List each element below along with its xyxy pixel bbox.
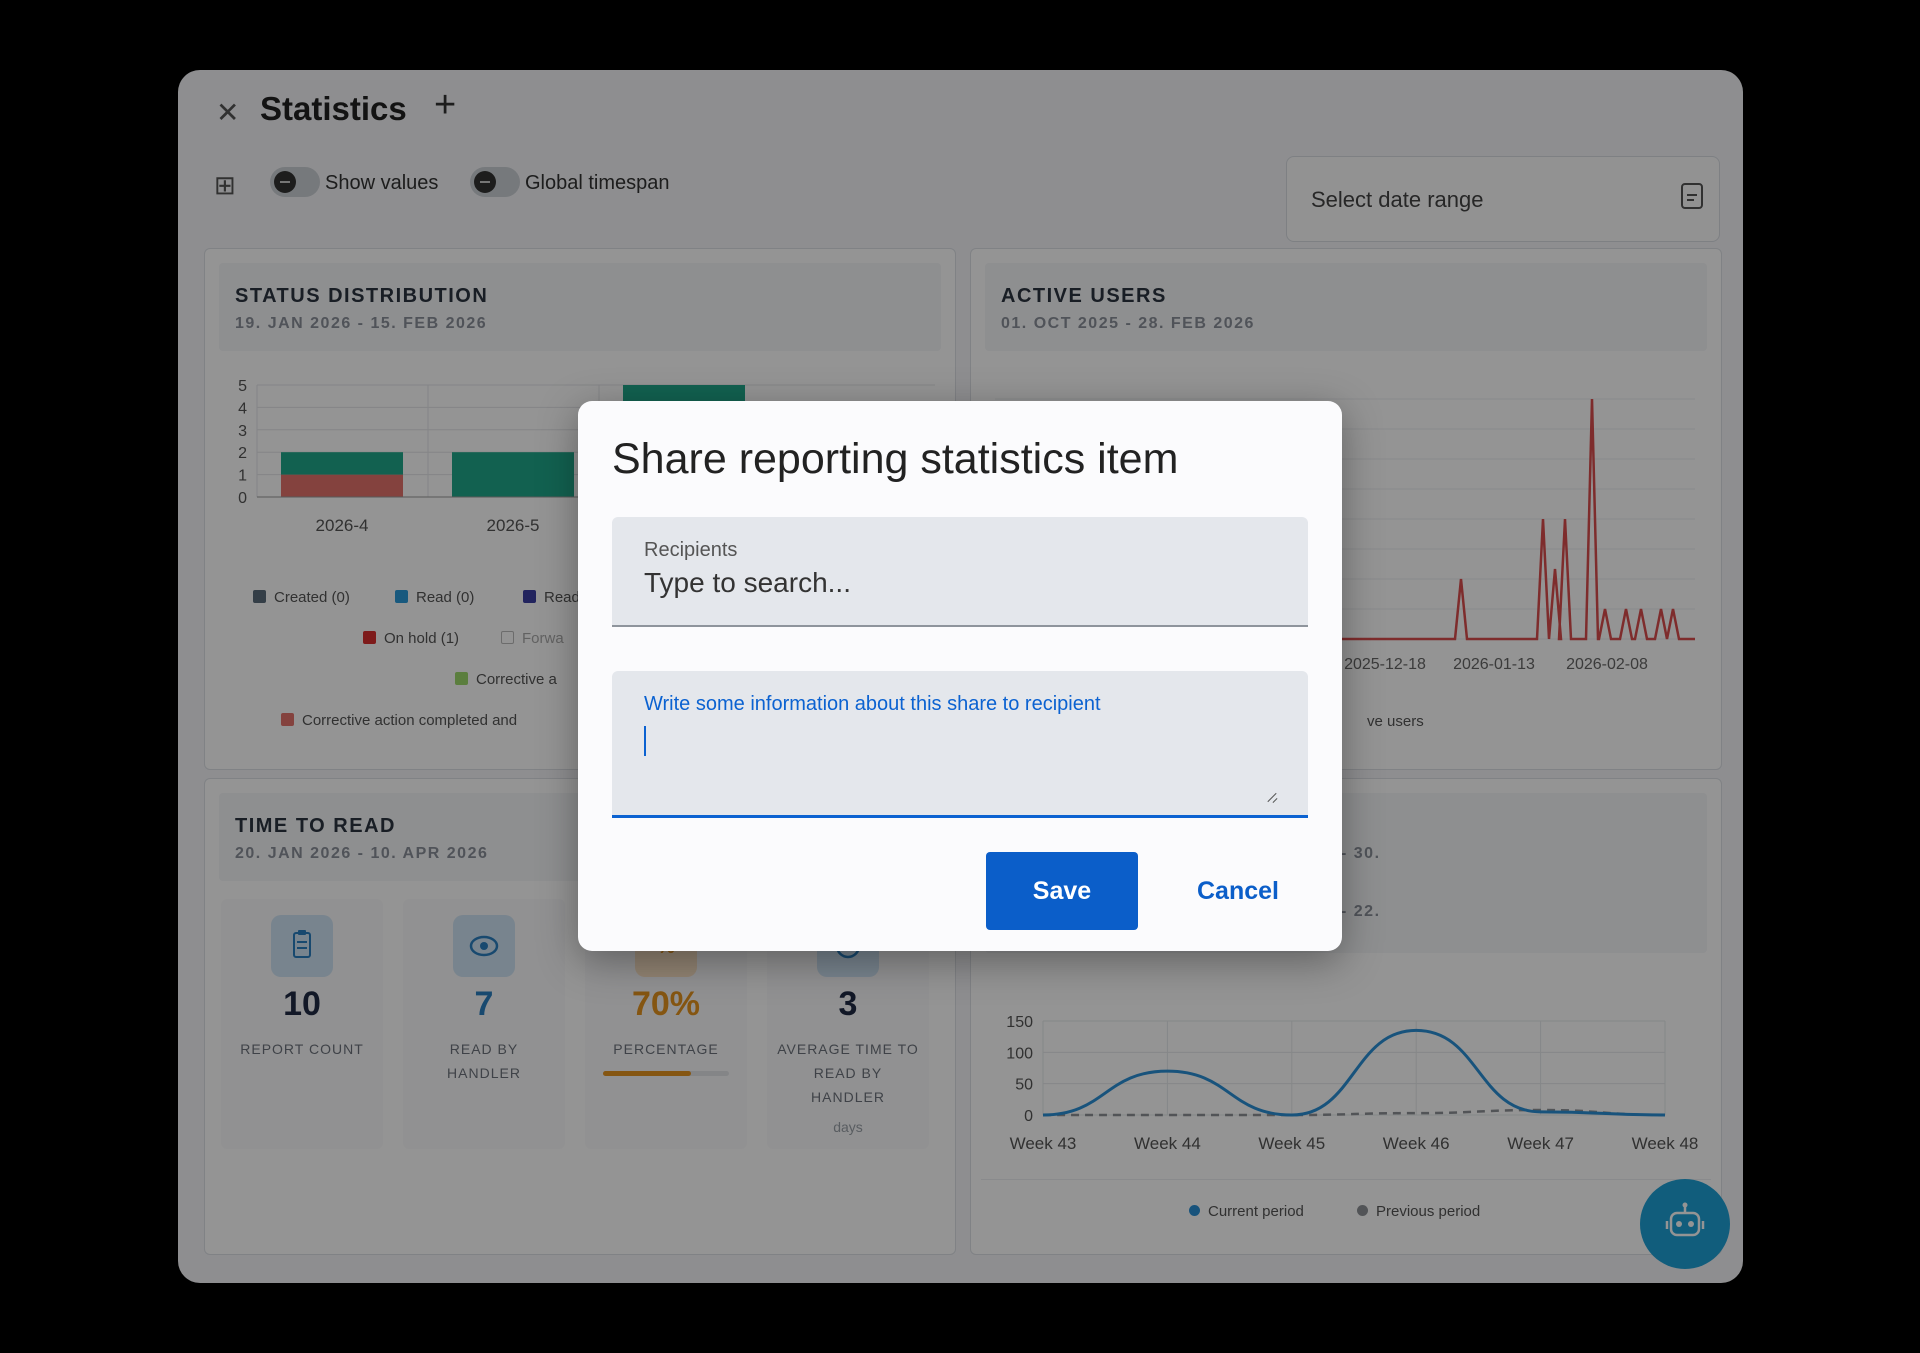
- cancel-button[interactable]: Cancel: [1174, 852, 1302, 930]
- recipients-label: Recipients: [644, 539, 738, 561]
- save-button[interactable]: Save: [986, 852, 1138, 930]
- resize-handle[interactable]: [1268, 791, 1278, 801]
- recipients-field[interactable]: Recipients: [612, 517, 1308, 627]
- message-label: Write some information about this share …: [644, 693, 1101, 715]
- dialog-title: Share reporting statistics item: [612, 435, 1179, 483]
- recipients-input[interactable]: [644, 567, 1264, 599]
- message-field[interactable]: Write some information about this share …: [612, 671, 1308, 818]
- share-dialog: Share reporting statistics item Recipien…: [578, 401, 1342, 951]
- text-caret: [644, 726, 646, 756]
